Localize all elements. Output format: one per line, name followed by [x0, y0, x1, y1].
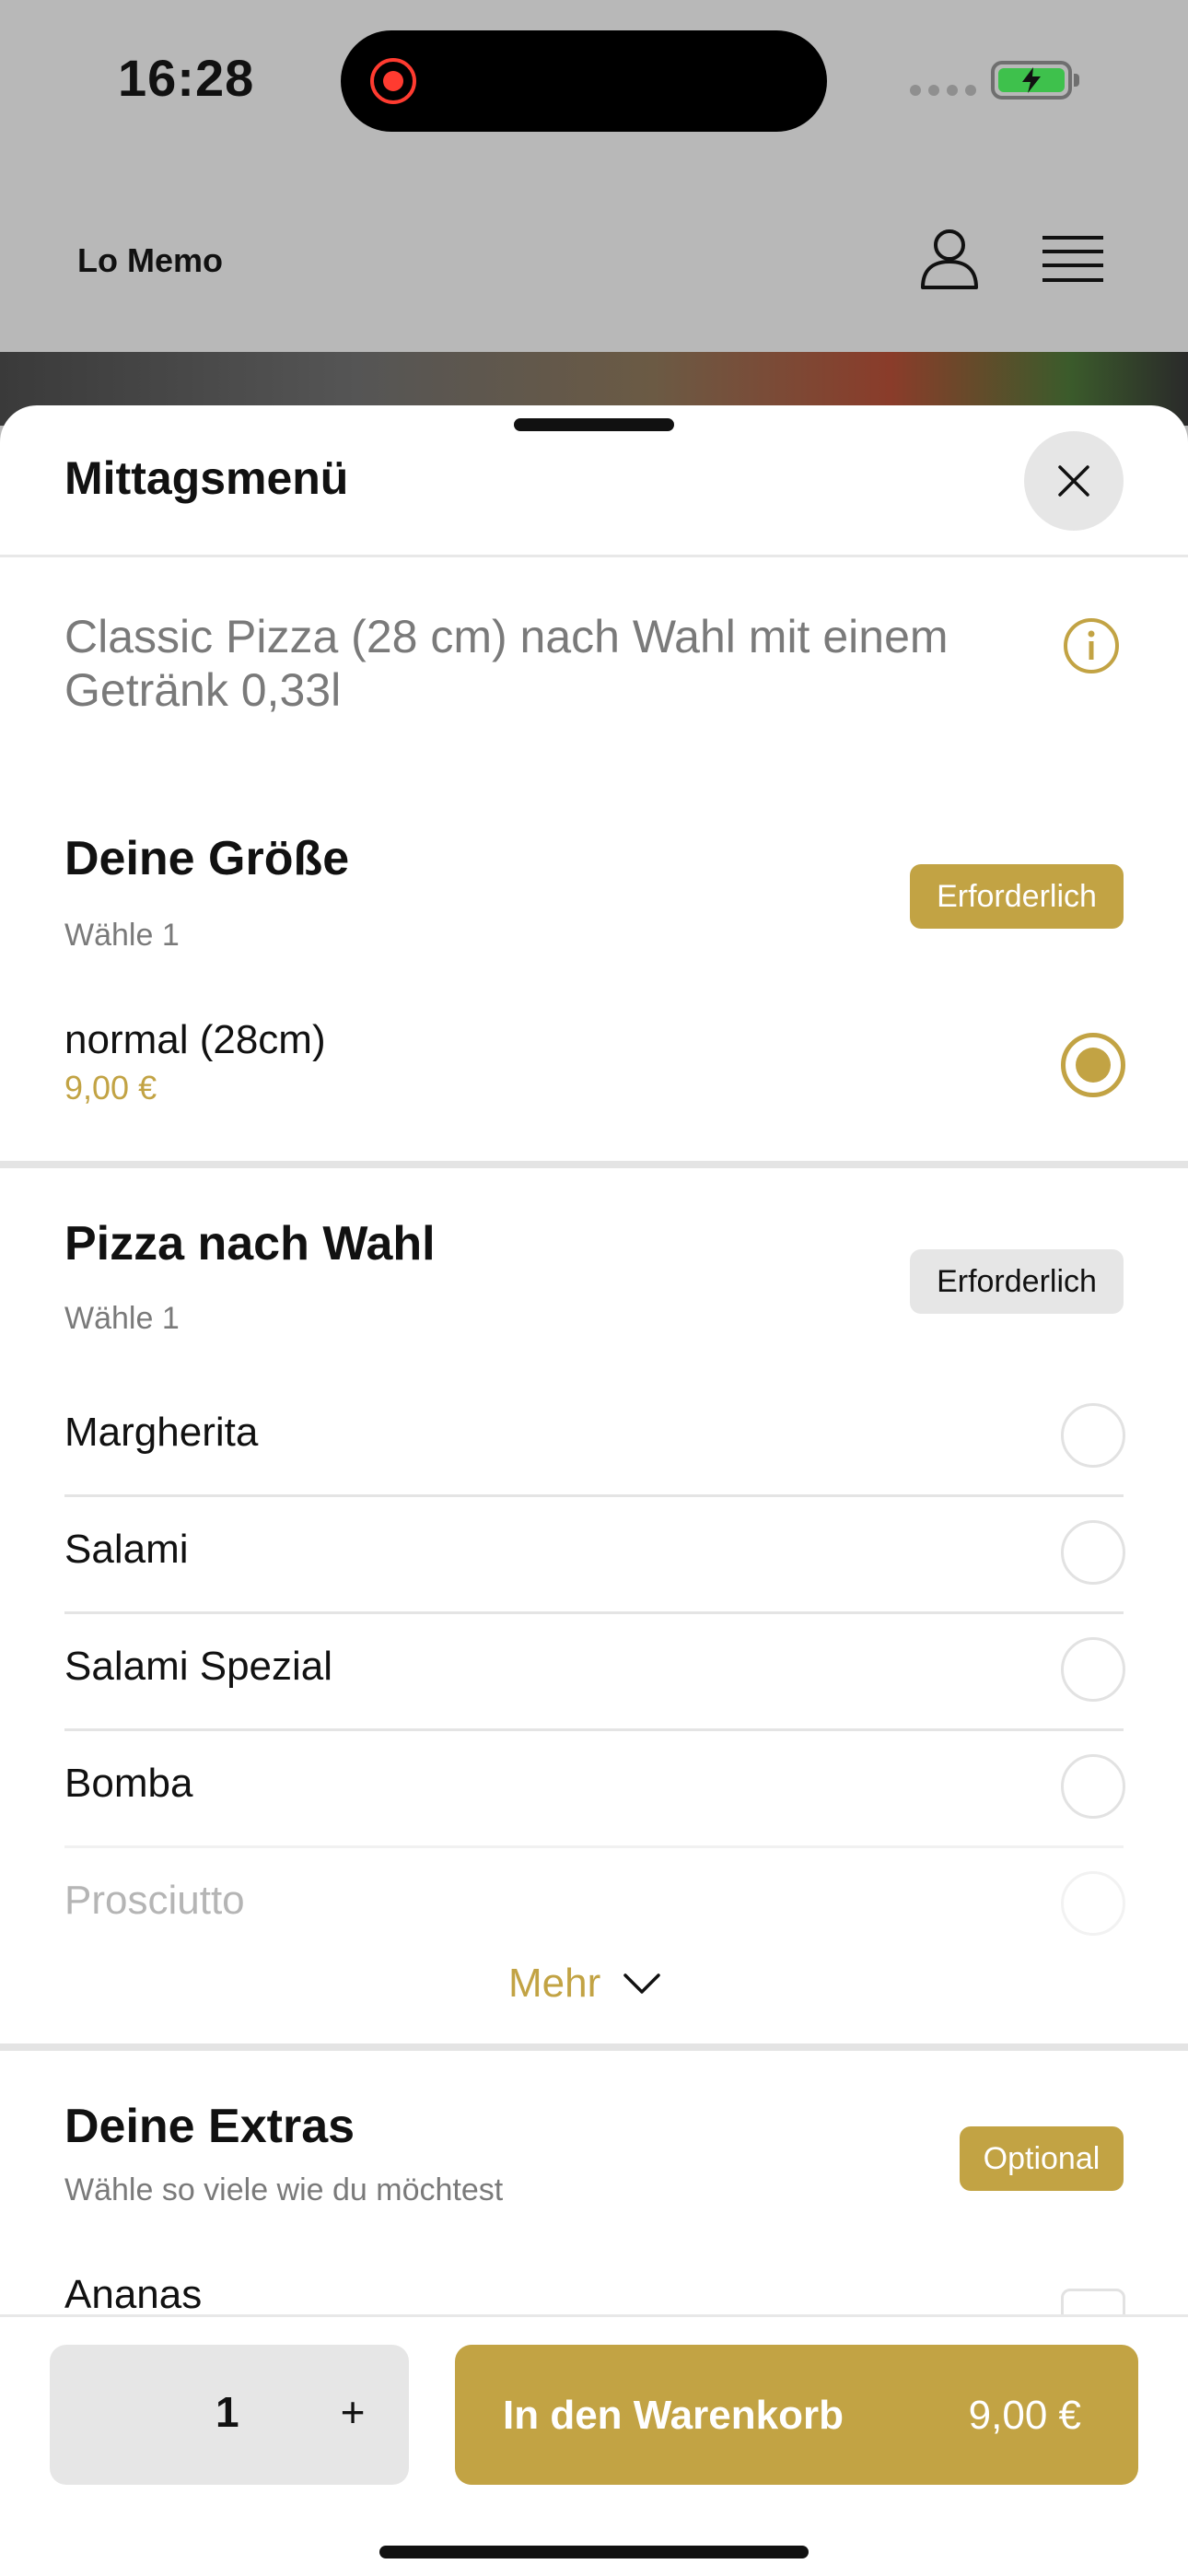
option-label: Margherita	[64, 1410, 259, 1455]
radio-selected[interactable]	[1061, 1033, 1125, 1097]
row-divider	[64, 1845, 1124, 1848]
brand-name[interactable]: Lo Memo	[77, 241, 223, 280]
app-header: Lo Memo	[0, 166, 1188, 350]
show-more-label: Mehr	[508, 1961, 601, 2006]
show-more-button[interactable]: Mehr	[508, 1961, 661, 2007]
option-label: Salami Spezial	[64, 1644, 333, 1689]
option-label: Prosciutto	[64, 1878, 245, 1923]
hamburger-menu-icon[interactable]	[1042, 232, 1103, 287]
radio-button[interactable]	[1061, 1520, 1125, 1585]
row-divider	[64, 1611, 1124, 1614]
chevron-down-icon	[623, 1973, 660, 1994]
section-separator	[0, 1161, 1188, 1168]
radio-button[interactable]	[1061, 1754, 1125, 1819]
required-badge: Erforderlich	[910, 1249, 1124, 1314]
radio-button[interactable]	[1061, 1403, 1125, 1468]
sheet-title: Mittagsmenü	[64, 452, 349, 504]
section-subtitle-extras: Wähle so viele wie du möchtest	[64, 2172, 504, 2207]
bottom-action-bar: 1 + In den Warenkorb 9,00 €	[0, 2314, 1188, 2576]
close-button[interactable]	[1024, 431, 1124, 531]
quantity-stepper: 1 +	[50, 2345, 409, 2485]
quantity-value: 1	[215, 2388, 239, 2436]
home-indicator[interactable]	[379, 2546, 809, 2558]
option-price: 9,00 €	[64, 1069, 157, 1107]
increase-quantity-button[interactable]: +	[322, 2382, 383, 2442]
sheet-grabber[interactable]	[514, 418, 674, 431]
option-label: normal (28cm)	[64, 1017, 326, 1062]
status-time: 16:28	[118, 49, 255, 107]
status-bar: 16:28	[0, 0, 1188, 166]
section-subtitle-size: Wähle 1	[64, 918, 180, 953]
recording-icon	[370, 58, 416, 104]
dynamic-island	[341, 30, 827, 132]
option-label: Bomba	[64, 1761, 193, 1806]
battery-icon	[991, 61, 1079, 100]
product-description: Classic Pizza (28 cm) nach Wahl mit eine…	[64, 611, 949, 716]
info-icon[interactable]	[1063, 617, 1120, 674]
add-to-cart-button[interactable]: In den Warenkorb 9,00 €	[455, 2345, 1138, 2485]
close-icon	[1058, 465, 1089, 497]
section-title-size: Deine Größe	[64, 832, 350, 885]
radio-button[interactable]	[1061, 1637, 1125, 1702]
divider	[0, 555, 1188, 557]
row-divider	[64, 1494, 1124, 1497]
option-label: Salami	[64, 1527, 189, 1572]
section-subtitle-pizza: Wähle 1	[64, 1301, 180, 1336]
section-separator	[0, 2043, 1188, 2051]
add-to-cart-label: In den Warenkorb	[503, 2393, 844, 2438]
radio-button[interactable]	[1061, 1871, 1125, 1936]
section-title-pizza: Pizza nach Wahl	[64, 1217, 436, 1270]
profile-icon[interactable]	[917, 227, 982, 291]
optional-badge: Optional	[960, 2126, 1124, 2191]
required-badge: Erforderlich	[910, 864, 1124, 929]
option-label: Ananas	[64, 2272, 203, 2317]
cart-total-price: 9,00 €	[968, 2393, 1081, 2438]
section-title-extras: Deine Extras	[64, 2100, 355, 2153]
product-sheet: Mittagsmenü Classic Pizza (28 cm) nach W…	[0, 405, 1188, 2576]
signal-icon	[910, 85, 976, 96]
row-divider	[64, 1728, 1124, 1731]
